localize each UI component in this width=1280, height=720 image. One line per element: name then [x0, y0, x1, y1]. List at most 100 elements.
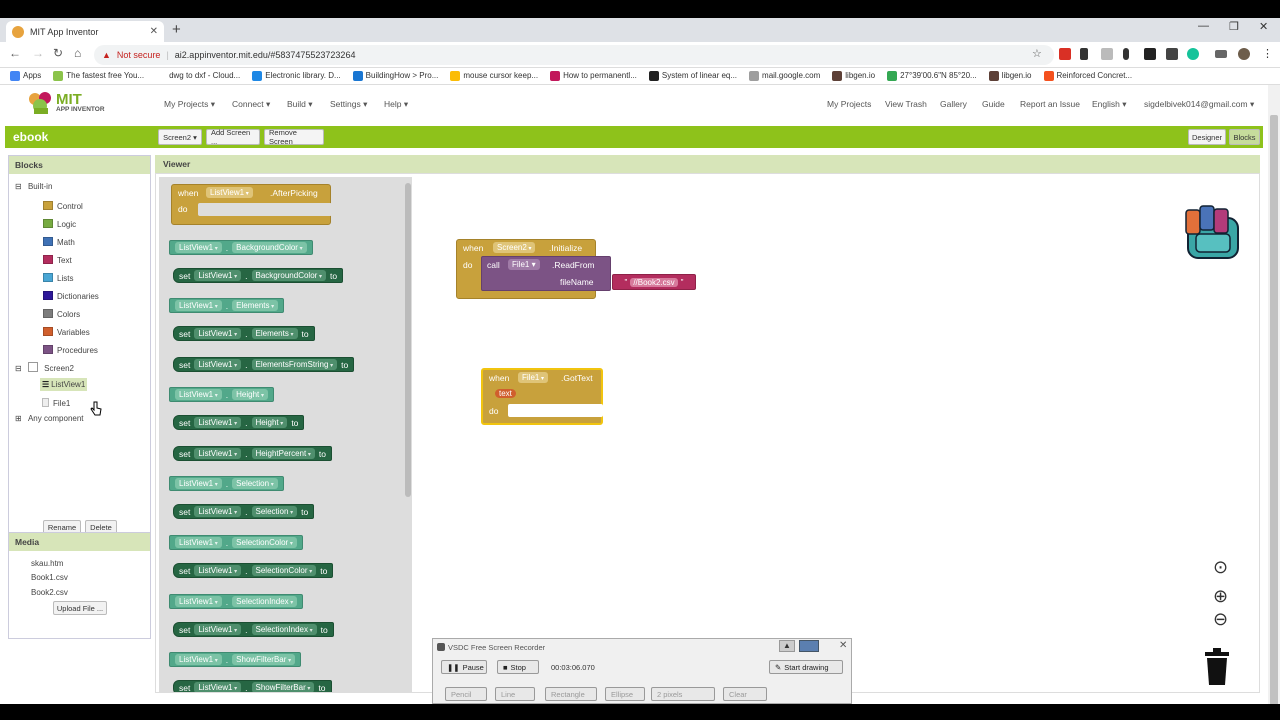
expand-icon[interactable]: ⊞: [15, 414, 22, 423]
builtin-logic[interactable]: Logic: [43, 219, 76, 229]
menu-build[interactable]: Build ▾: [287, 99, 313, 110]
pause-button[interactable]: ❚❚ Pause: [441, 660, 487, 674]
home-icon[interactable]: ⌂: [74, 46, 81, 60]
property-dropdown[interactable]: BackgroundColor: [251, 270, 326, 281]
add-screen-button[interactable]: Add Screen ...: [206, 128, 260, 146]
bookmark-item[interactable]: Apps: [10, 71, 41, 81]
component-listview1[interactable]: ☰ ListView1: [40, 378, 88, 391]
recorder-tool-ellipse[interactable]: Ellipse: [605, 687, 645, 701]
bookmark-item[interactable]: 27°39'00.6"N 85°20...: [887, 71, 977, 81]
setter-block-height[interactable]: setListView1.Heightto: [173, 415, 305, 430]
gottext-event-block[interactable]: when File1 .GotText text do: [481, 368, 603, 425]
nav-my-projects[interactable]: My Projects: [827, 99, 871, 109]
component-dropdown[interactable]: ListView1: [194, 328, 242, 339]
property-dropdown[interactable]: HeightPercent: [251, 448, 315, 459]
component-dropdown[interactable]: File1 ▾: [508, 259, 540, 270]
address-bar[interactable]: ▲ Not secure | ai2.appinventor.mit.edu/#…: [94, 45, 1054, 65]
minimize-button[interactable]: —: [1198, 20, 1209, 32]
setter-block-backgroundcolor[interactable]: setListView1.BackgroundColor to: [173, 268, 344, 283]
builtin-procedures[interactable]: Procedures: [43, 345, 98, 355]
property-dropdown[interactable]: Elements: [251, 328, 298, 339]
start-drawing-button[interactable]: ✎ Start drawing: [769, 660, 843, 674]
grammarly-icon[interactable]: [1187, 48, 1199, 60]
blocks-workspace[interactable]: when ListView1 .AfterPicking do ListView…: [155, 173, 1260, 693]
flyout-scrollbar[interactable]: [405, 183, 411, 497]
setter-block-selection[interactable]: setListView1.Selectionto: [173, 504, 315, 519]
property-dropdown[interactable]: Height: [232, 389, 268, 400]
setter-block-elements[interactable]: setListView1.Elementsto: [173, 326, 315, 341]
text-string-block[interactable]: " //Book2.csv ": [612, 274, 696, 290]
getter-block-selectioncolor[interactable]: ListView1.SelectionColor: [169, 535, 303, 550]
extension-icon[interactable]: [1166, 48, 1178, 60]
trash-icon[interactable]: [1204, 648, 1230, 686]
property-dropdown[interactable]: BackgroundColor: [232, 242, 307, 253]
bookmark-item[interactable]: dwg to dxf - Cloud...: [156, 71, 240, 81]
builtin-control[interactable]: Control: [43, 201, 83, 211]
avatar[interactable]: [1238, 48, 1250, 60]
blocks-button[interactable]: Blocks: [1229, 129, 1260, 145]
property-dropdown[interactable]: SelectionColor: [251, 565, 317, 576]
component-dropdown[interactable]: ListView1: [206, 187, 253, 198]
setter-block-elementsfromstring[interactable]: setListView1.ElementsFromStringto: [173, 357, 355, 372]
menu-help[interactable]: Help ▾: [384, 99, 408, 110]
component-dropdown[interactable]: ListView1: [194, 448, 242, 459]
language-select[interactable]: English ▾: [1092, 99, 1127, 110]
any-component-node[interactable]: ⊞ Any component: [15, 414, 84, 423]
component-dropdown[interactable]: ListView1: [194, 417, 242, 428]
media-file[interactable]: Book1.csv: [31, 573, 68, 582]
recorder-tool-line[interactable]: Line: [495, 687, 535, 701]
string-value[interactable]: //Book2.csv: [630, 277, 678, 287]
recorder-tool-pencil[interactable]: Pencil: [445, 687, 487, 701]
bookmark-item[interactable]: BuildingHow > Pro...: [352, 71, 438, 81]
microphone-icon[interactable]: [1123, 48, 1129, 60]
nav-guide[interactable]: Guide: [982, 99, 1005, 109]
component-dropdown[interactable]: ListView1: [175, 478, 222, 489]
setter-block-selectioncolor[interactable]: setListView1.SelectionColorto: [173, 563, 334, 578]
property-dropdown[interactable]: Selection: [251, 506, 298, 517]
getter-block-selectionindex[interactable]: ListView1.SelectionIndex: [169, 594, 304, 609]
recenter-icon[interactable]: ⊙: [1213, 557, 1228, 578]
property-dropdown[interactable]: Height: [251, 417, 288, 428]
property-dropdown[interactable]: SelectionIndex: [251, 624, 317, 635]
bookmark-item[interactable]: The fastest free You...: [53, 71, 144, 81]
afterpicking-event-block[interactable]: when ListView1 .AfterPicking do: [171, 184, 332, 225]
component-dropdown[interactable]: Screen2: [493, 242, 536, 253]
nav-report-issue[interactable]: Report an Issue: [1020, 99, 1080, 109]
page-scrollbar[interactable]: [1268, 85, 1280, 704]
getter-block-elements[interactable]: ListView1.Elements: [169, 298, 285, 313]
bookmark-star-icon[interactable]: ☆: [1032, 47, 1042, 60]
menu-my-projects[interactable]: My Projects ▾: [164, 99, 215, 110]
nav-view-trash[interactable]: View Trash: [885, 99, 927, 109]
component-dropdown[interactable]: ListView1: [175, 596, 222, 607]
back-icon[interactable]: ←: [9, 46, 21, 60]
setter-block-selectionindex[interactable]: setListView1.SelectionIndexto: [173, 622, 334, 637]
recorder-tool-clear[interactable]: Clear: [723, 687, 767, 701]
component-dropdown[interactable]: ListView1: [175, 300, 222, 311]
builtin-colors[interactable]: Colors: [43, 309, 80, 319]
component-dropdown[interactable]: File1: [518, 372, 549, 383]
builtin-text[interactable]: Text: [43, 255, 72, 265]
component-dropdown[interactable]: ListView1: [194, 565, 242, 576]
account-menu[interactable]: sigdelbivek014@gmail.com ▾: [1144, 99, 1254, 110]
mit-logo[interactable]: MIT APP INVENTOR: [26, 90, 110, 116]
bookmark-item[interactable]: Electronic library. D...: [252, 71, 341, 81]
setter-block-heightpercent[interactable]: setListView1.HeightPercentto: [173, 446, 332, 461]
component-dropdown[interactable]: ListView1: [175, 389, 222, 400]
builtin-math[interactable]: Math: [43, 237, 75, 247]
setter-block-showfilterbar[interactable]: setListView1.ShowFilterBarto: [173, 680, 332, 692]
remove-screen-button[interactable]: Remove Screen: [264, 128, 324, 146]
zoom-out-icon[interactable]: ⊖: [1213, 609, 1228, 630]
property-dropdown[interactable]: ShowFilterBar: [232, 654, 296, 665]
extension-icon[interactable]: [1101, 48, 1113, 60]
property-dropdown[interactable]: ElementsFromString: [251, 359, 338, 370]
bookmark-item[interactable]: System of linear eq...: [648, 71, 737, 81]
extension-icon[interactable]: [1144, 48, 1156, 60]
upload-file-button[interactable]: Upload File ...: [53, 601, 107, 615]
text-parameter[interactable]: text: [495, 389, 516, 398]
extension-icon[interactable]: [1059, 48, 1071, 60]
stop-button[interactable]: ■ Stop: [497, 660, 539, 674]
getter-block-selection[interactable]: ListView1.Selection: [169, 476, 284, 491]
recorder-tool-2-pixels[interactable]: 2 pixels: [651, 687, 715, 701]
restore-button[interactable]: ❐: [1229, 20, 1239, 33]
component-dropdown[interactable]: ListView1: [194, 506, 242, 517]
